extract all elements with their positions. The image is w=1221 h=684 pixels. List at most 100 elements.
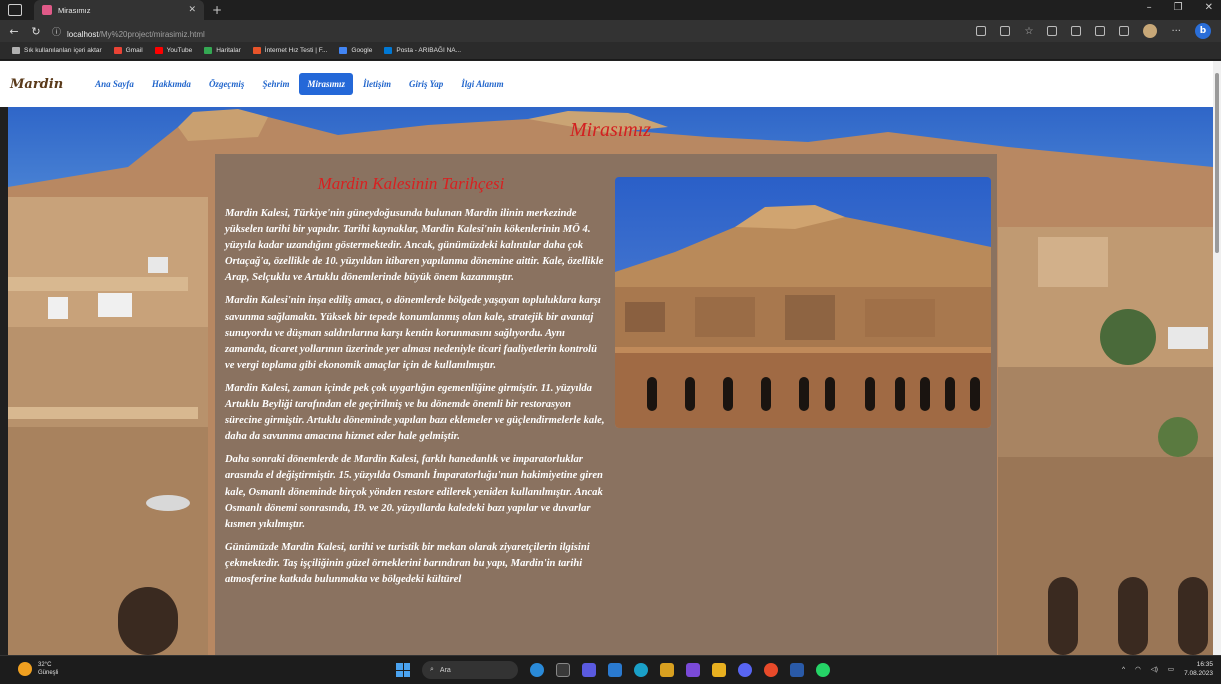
volume-icon[interactable]: ◁) (1151, 665, 1158, 673)
browser-window: Mirasımız ✕ + – ❐ ✕ ← ↻ ⓘ localhost/My%2… (0, 0, 1221, 684)
article-title: Mardin Kalesinin Tarihçesi (317, 174, 505, 193)
taskbar-search[interactable]: ⌕ Ara (422, 661, 518, 679)
tab-close-icon[interactable]: ✕ (188, 5, 196, 15)
bookmark-item[interactable]: Haritalar (204, 47, 241, 54)
more-menu-icon[interactable]: ··· (1171, 26, 1181, 37)
bookmark-label: Gmail (125, 47, 143, 54)
bookmark-icon (204, 47, 213, 54)
teams-icon[interactable] (582, 663, 596, 677)
weather-text: 32°C Güneşli (38, 661, 58, 677)
bookmarks-bar: Sık kullanılanları içeri aktar Gmail YouTu… (0, 42, 1221, 60)
visual-studio-icon[interactable] (686, 663, 700, 677)
bookmark-item[interactable]: Posta - ARIBAĞI NA... (384, 47, 461, 54)
nav-link[interactable]: Giriş Yap (401, 73, 451, 95)
chrome-icon[interactable] (764, 663, 778, 677)
bookmark-item[interactable]: İnternet Hız Testi | F... (252, 47, 328, 54)
nav-link[interactable]: Şehrim (254, 73, 297, 95)
bookmark-icon (252, 47, 261, 54)
new-tab-icon[interactable]: + (212, 3, 222, 17)
task-view-icon[interactable] (556, 663, 570, 677)
bookmark-label: İnternet Hız Testi | F... (264, 47, 328, 54)
nav-links: Ana Sayfa Hakkımda Özgeçmiş Şehrim Mirasımız… (87, 73, 514, 95)
bookmark-item[interactable]: YouTube (154, 47, 193, 54)
search-icon: ⌕ (430, 666, 434, 673)
favorite-star-icon[interactable]: ☆ (1024, 26, 1033, 37)
scroll-thumb[interactable] (1215, 73, 1219, 253)
folder-icon[interactable] (712, 663, 726, 677)
address-bar: ← ↻ ⓘ localhost/My%20project/mirasimiz.h… (0, 20, 1221, 42)
web-page: Mardin Ana Sayfa Hakkımda Özgeçmiş Şehrim Mi… (0, 61, 1213, 655)
bookmark-icon (12, 47, 20, 54)
hero-section: Mirasımız Mardin Kalesinin Tarihçesi Mar… (8, 107, 1213, 655)
nav-link[interactable]: İlgi Alanım (453, 73, 511, 95)
weather-widget[interactable]: 32°C Güneşli (18, 661, 58, 677)
browser-essentials-icon[interactable] (1119, 26, 1130, 36)
article-paragraph: Mardin Kalesi'nin inşa ediliş amacı, o d… (225, 295, 601, 371)
bookmark-item[interactable]: Sık kullanılanları içeri aktar (12, 47, 102, 54)
castle-photo-graphic (615, 177, 991, 428)
clock[interactable]: 16:35 7.08.2023 (1184, 660, 1213, 678)
bookmark-label: Sık kullanılanları içeri aktar (24, 47, 102, 54)
word-icon[interactable] (790, 663, 804, 677)
bookmark-icon (384, 47, 393, 54)
wifi-icon[interactable]: ◠ (1135, 665, 1141, 673)
file-explorer-icon[interactable] (660, 663, 674, 677)
title-bar: Mirasımız ✕ + – ❐ ✕ (0, 0, 1221, 20)
content-panel: Mardin Kalesinin Tarihçesi Mardin Kalesi… (215, 154, 997, 655)
minimize-icon[interactable]: – (1147, 2, 1152, 13)
url-host: localhost (67, 29, 99, 39)
windows-start-icon[interactable] (396, 663, 410, 677)
window-controls: – ❐ ✕ (1147, 2, 1213, 13)
split-screen-icon[interactable] (1047, 26, 1058, 36)
nav-link[interactable]: Mirasımız (299, 73, 353, 95)
page-scrollbar[interactable] (1213, 61, 1221, 655)
read-aloud-icon[interactable] (976, 26, 987, 36)
tray-chevron-icon[interactable]: ^ (1122, 666, 1125, 673)
hero-title: Mirasımız (569, 119, 652, 141)
bookmark-item[interactable]: Google (339, 47, 372, 54)
back-icon[interactable]: ← (6, 25, 22, 38)
bookmark-icon (113, 47, 122, 54)
edge-icon[interactable] (634, 663, 648, 677)
taskbar-apps: ⌕ Ara (396, 661, 830, 679)
vscode-icon[interactable] (608, 663, 622, 677)
info-icon[interactable]: ⓘ (52, 25, 61, 38)
article-paragraph: Daha sonraki dönemlerde de Mardin Kalesi… (225, 454, 603, 530)
temperature: 32°C (38, 662, 52, 668)
bookmark-label: YouTube (166, 47, 193, 54)
nav-link[interactable]: Özgeçmiş (201, 73, 253, 95)
system-tray: ^ ◠ ◁) ▭ 16:35 7.08.2023 (1122, 660, 1213, 678)
bookmark-item[interactable]: Gmail (113, 47, 143, 54)
nav-link[interactable]: İletişim (355, 73, 399, 95)
bing-copilot-icon[interactable]: b (1195, 23, 1211, 39)
refresh-icon[interactable]: ↻ (28, 25, 44, 38)
nav-link[interactable]: Ana Sayfa (87, 73, 142, 95)
discord-icon[interactable] (738, 663, 752, 677)
bookmark-icon (339, 47, 348, 54)
battery-icon[interactable]: ▭ (1168, 665, 1174, 673)
tab-title: Mirasımız (58, 5, 91, 15)
article-body: Mardin Kalesi, Türkiye'nin güneydoğusund… (225, 206, 607, 595)
site-navbar: Mardin Ana Sayfa Hakkımda Özgeçmiş Şehrim Mi… (0, 61, 1213, 107)
bookmark-label: Google (351, 47, 373, 54)
tab-actions-icon[interactable] (8, 4, 22, 16)
reader-view-icon[interactable] (1000, 26, 1011, 36)
url-field[interactable]: ⓘ localhost/My%20project/mirasimiz.html (52, 23, 205, 39)
bookmark-label: Haritalar (216, 47, 241, 54)
whatsapp-icon[interactable] (816, 663, 830, 677)
browser-tab[interactable]: Mirasımız ✕ (34, 0, 204, 20)
profile-avatar[interactable] (1143, 24, 1158, 38)
article-paragraph: Mardin Kalesi, Türkiye'nin güneydoğusund… (225, 208, 604, 284)
castle-photo (615, 177, 991, 428)
favorites-icon[interactable] (1071, 26, 1082, 36)
clock-time: 16:35 (1196, 661, 1213, 668)
clock-date: 7.08.2023 (1184, 670, 1213, 677)
restore-icon[interactable]: ❐ (1174, 2, 1183, 13)
site-logo[interactable]: Mardin (10, 77, 63, 92)
bookmark-label: Posta - ARIBAĞI NA... (396, 47, 462, 54)
nav-link[interactable]: Hakkımda (144, 73, 199, 95)
collections-icon[interactable] (1095, 26, 1106, 36)
close-window-icon[interactable]: ✕ (1205, 2, 1213, 13)
url-path: /My%20project/mirasimiz.html (98, 29, 205, 39)
bing-app-icon[interactable] (530, 663, 544, 677)
